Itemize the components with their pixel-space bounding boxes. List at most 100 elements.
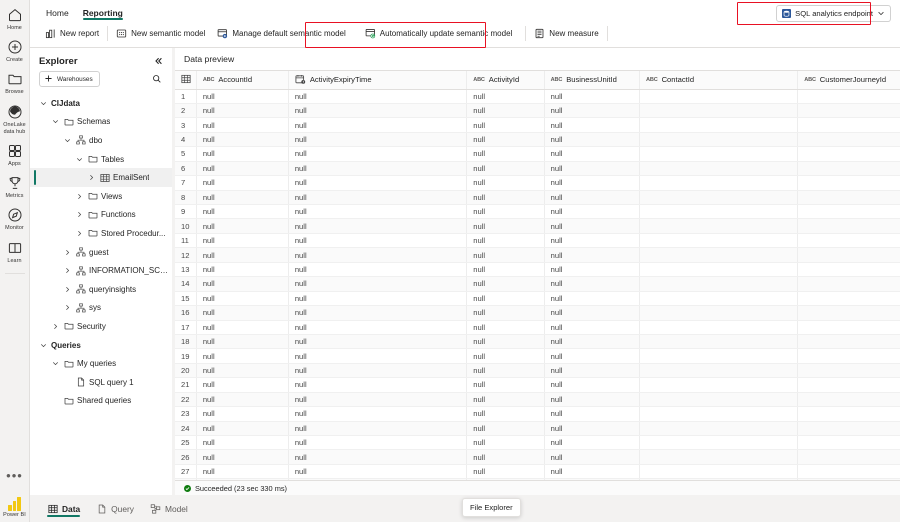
grid-cell[interactable] — [639, 175, 799, 191]
rail-item-home[interactable]: Home — [0, 6, 30, 31]
grid-cell[interactable]: null — [288, 320, 468, 335]
grid-cell[interactable] — [797, 305, 900, 321]
grid-cell[interactable]: null — [288, 334, 468, 350]
table-row[interactable]: 25nullnullnullnullnull — [175, 435, 900, 451]
chevron-right-icon[interactable] — [63, 304, 72, 311]
tree-node-emailsent[interactable]: EmailSent — [30, 168, 172, 187]
table-row[interactable]: 26nullnullnullnullnull — [175, 449, 900, 465]
grid-cell[interactable]: null — [466, 132, 545, 148]
tree-node-queries[interactable]: Queries — [30, 336, 172, 355]
tree-node-schemas[interactable]: Schemas — [30, 113, 172, 132]
grid-cell[interactable] — [797, 161, 900, 177]
table-row[interactable]: 27nullnullnullnullnull — [175, 464, 900, 480]
chevron-down-icon[interactable] — [63, 137, 72, 144]
grid-cell[interactable]: null — [196, 363, 289, 379]
rail-item-power-bi[interactable]: Power BI — [3, 496, 26, 518]
grid-cell[interactable]: null — [544, 262, 641, 278]
object-explorer-tree[interactable]: CIJdata Schemas dbo Tables EmailSent Views Fun… — [30, 93, 172, 495]
grid-cell[interactable]: null — [466, 478, 545, 480]
grid-cell[interactable]: null — [466, 377, 545, 393]
chevron-down-icon[interactable] — [39, 342, 48, 349]
grid-cell[interactable]: null — [288, 262, 468, 278]
grid-cell[interactable] — [639, 305, 799, 321]
grid-cell[interactable] — [797, 132, 900, 148]
table-row[interactable]: 9nullnullnullnullnull — [175, 204, 900, 220]
grid-cell[interactable] — [639, 233, 799, 249]
grid-cell[interactable]: null — [288, 377, 468, 393]
grid-cell[interactable] — [797, 146, 900, 162]
tree-node-tables[interactable]: Tables — [30, 150, 172, 169]
grid-cell[interactable] — [797, 449, 900, 465]
grid-cell[interactable] — [639, 320, 799, 335]
chevron-right-icon[interactable] — [63, 267, 72, 274]
tree-node-sql-query-1[interactable]: SQL query 1 — [30, 373, 172, 392]
grid-cell[interactable]: null — [466, 190, 545, 206]
grid-cell[interactable] — [639, 204, 799, 220]
chevron-down-icon[interactable] — [51, 360, 60, 367]
grid-cell[interactable]: null — [288, 291, 468, 307]
grid-cell[interactable] — [639, 377, 799, 393]
grid-cell[interactable]: null — [544, 175, 641, 191]
grid-cell[interactable] — [639, 247, 799, 263]
grid-cell[interactable]: null — [288, 117, 468, 133]
grid-cell[interactable]: null — [288, 348, 468, 364]
grid-cell[interactable]: null — [544, 377, 641, 393]
grid-cell[interactable]: null — [466, 218, 545, 234]
grid-cell[interactable]: null — [288, 146, 468, 162]
grid-cell[interactable] — [797, 262, 900, 278]
grid-cell[interactable]: null — [544, 320, 641, 335]
grid-cell[interactable]: null — [196, 421, 289, 437]
table-row[interactable]: 21nullnullnullnullnull — [175, 377, 900, 393]
tab-query[interactable]: Query — [88, 495, 142, 522]
table-row[interactable]: 7nullnullnullnullnull — [175, 175, 900, 191]
grid-column-header[interactable]: ABC ActivityId — [466, 71, 545, 90]
grid-cell[interactable] — [797, 89, 900, 104]
grid-cell[interactable]: null — [288, 103, 468, 119]
grid-cell[interactable] — [797, 348, 900, 364]
table-row[interactable]: 6nullnullnullnullnull — [175, 161, 900, 177]
rail-item-browse[interactable]: Browse — [0, 70, 30, 95]
grid-cell[interactable]: null — [544, 190, 641, 206]
tab-data[interactable]: Data — [39, 495, 88, 522]
chevron-right-icon[interactable] — [75, 230, 84, 237]
grid-cell[interactable]: null — [288, 392, 468, 408]
grid-cell[interactable]: null — [288, 406, 468, 422]
grid-cell[interactable]: null — [196, 449, 289, 465]
grid-cell[interactable]: null — [466, 276, 545, 292]
grid-cell[interactable]: null — [288, 218, 468, 234]
grid-cell[interactable]: null — [544, 161, 641, 177]
table-row[interactable]: 23nullnullnullnullnull — [175, 406, 900, 422]
table-row[interactable]: 15nullnullnullnullnull — [175, 291, 900, 307]
grid-cell[interactable]: null — [288, 233, 468, 249]
tree-node-stored-procedur[interactable]: Stored Procedur... — [30, 224, 172, 243]
rail-item-onelake-data-hub[interactable]: OneLake data hub — [0, 103, 30, 135]
grid-cell[interactable]: null — [196, 478, 289, 480]
grid-cell[interactable]: null — [544, 363, 641, 379]
table-row[interactable]: 4nullnullnullnullnull — [175, 132, 900, 148]
grid-cell[interactable]: null — [544, 406, 641, 422]
tree-node-guest[interactable]: guest — [30, 243, 172, 262]
tree-node-queryinsights[interactable]: queryinsights — [30, 280, 172, 299]
grid-cell[interactable]: null — [196, 305, 289, 321]
grid-cell[interactable]: null — [544, 305, 641, 321]
grid-cell[interactable]: null — [196, 89, 289, 104]
grid-cell[interactable]: null — [466, 348, 545, 364]
explorer-search-icon[interactable] — [151, 73, 163, 85]
grid-cell[interactable] — [639, 478, 799, 480]
grid-cell[interactable]: null — [466, 262, 545, 278]
grid-cell[interactable]: null — [288, 190, 468, 206]
grid-cell[interactable] — [639, 161, 799, 177]
grid-cell[interactable]: null — [544, 276, 641, 292]
chevron-down-icon[interactable] — [75, 156, 84, 163]
tree-node-sys[interactable]: sys — [30, 299, 172, 318]
grid-cell[interactable]: null — [466, 320, 545, 335]
grid-cell[interactable] — [639, 392, 799, 408]
grid-cell[interactable]: null — [196, 132, 289, 148]
grid-cell[interactable] — [797, 377, 900, 393]
grid-cell[interactable]: null — [466, 464, 545, 480]
grid-cell[interactable]: null — [196, 377, 289, 393]
grid-cell[interactable] — [639, 190, 799, 206]
grid-cell[interactable]: null — [288, 161, 468, 177]
grid-cell[interactable]: null — [196, 103, 289, 119]
grid-cell[interactable] — [797, 190, 900, 206]
